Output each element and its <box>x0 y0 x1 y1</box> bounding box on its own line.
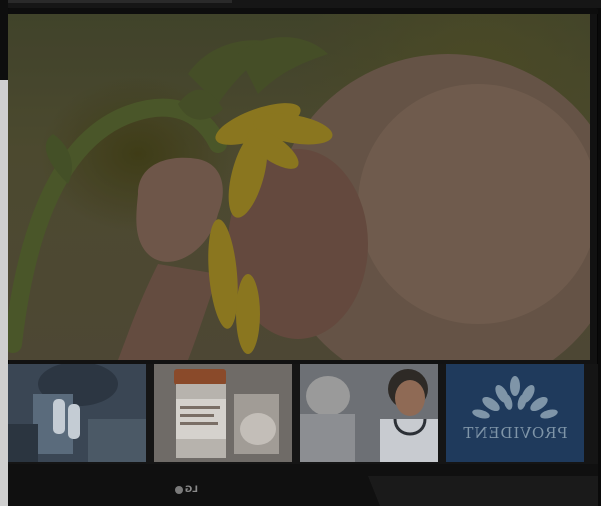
hero-illustration <box>8 14 590 360</box>
bezel-slant <box>368 476 598 506</box>
thumbnail-scientist <box>8 364 146 462</box>
top-slit <box>0 0 232 3</box>
lg-logo-icon <box>174 486 183 494</box>
tv-frame: PROVIDENT <box>8 8 598 478</box>
thumbnail-nurse <box>300 364 438 462</box>
left-edge-dark <box>0 0 8 80</box>
thumbnail-strip: PROVIDENT <box>8 364 598 464</box>
brand-text: LG <box>184 485 198 495</box>
tv-brand-logo: LG <box>168 484 198 496</box>
scientist-illustration <box>8 364 146 462</box>
top-backdrop-strip <box>0 0 601 8</box>
left-edge-wall <box>0 80 8 506</box>
thumbnail-pill-bottles <box>154 364 292 462</box>
nurse-illustration <box>300 364 438 462</box>
screen-dim-overlay <box>8 14 590 360</box>
tv-bottom-bezel <box>8 464 598 506</box>
provident-logo-text: PROVIDENT <box>462 424 568 442</box>
thumbnail-provident-logo: PROVIDENT <box>446 364 584 462</box>
provident-lotus-icon <box>472 376 558 419</box>
pill-bottles-illustration <box>154 364 292 462</box>
hero-image-sunflower <box>8 14 590 360</box>
